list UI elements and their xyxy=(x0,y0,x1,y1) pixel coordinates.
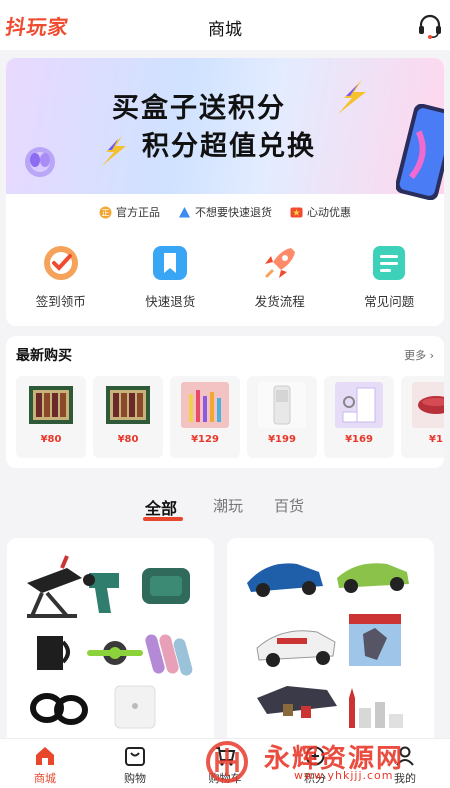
tab-all[interactable]: 全部 xyxy=(145,495,177,519)
tag-genuine: 正 官方正品 xyxy=(99,203,160,221)
bolt-icon xyxy=(338,80,366,114)
header: 抖玩家 商城 xyxy=(0,0,450,50)
home-icon xyxy=(36,747,54,765)
promo-banner[interactable]: 买盒子送积分 积分超值兑换 xyxy=(6,58,444,200)
earbuds-image xyxy=(25,147,55,177)
product-image xyxy=(181,382,229,428)
shopping-bag-icon xyxy=(125,747,145,766)
more-link[interactable]: 更多 › xyxy=(404,347,434,363)
bookmark-icon xyxy=(153,246,188,280)
return-triangle-icon xyxy=(179,206,190,217)
tag-return: 不想要快速退货 xyxy=(178,203,272,221)
page-title: 商城 xyxy=(208,20,242,40)
tab-trendy-toys[interactable]: 潮玩 xyxy=(213,495,243,516)
nav-mall[interactable]: 商城 xyxy=(0,739,90,788)
faq-doc-icon xyxy=(373,246,406,280)
rocket-icon xyxy=(264,248,295,278)
product-item[interactable]: ¥169 xyxy=(324,376,394,458)
product-item[interactable]: ¥80 xyxy=(16,376,86,458)
tag-label: 官方正品 xyxy=(116,206,160,219)
product-price: ¥169 xyxy=(345,434,373,445)
watermark-url: www.yhkjjj.com xyxy=(294,769,394,782)
product-image xyxy=(412,382,444,428)
product-item[interactable]: ¥1 xyxy=(401,376,444,458)
nav-shopping[interactable]: 购物 xyxy=(90,739,180,788)
product-price: ¥129 xyxy=(191,434,219,445)
product-image xyxy=(335,382,383,428)
product-item[interactable]: ¥80 xyxy=(93,376,163,458)
category-card-trendy-toys[interactable] xyxy=(227,538,434,748)
bolt-icon xyxy=(102,136,126,166)
quick-action-return[interactable]: 快速退货 xyxy=(116,244,226,314)
genuine-badge-icon: 正 xyxy=(99,206,112,218)
lego-products-image xyxy=(247,563,409,728)
quick-actions: 签到领币 快速退货 发货流程 常见问题 xyxy=(6,244,444,314)
fitness-products-image xyxy=(27,555,193,729)
product-image xyxy=(258,382,306,428)
quick-action-label: 发货流程 xyxy=(254,294,305,309)
recent-title: 最新购买 xyxy=(16,348,72,364)
product-image xyxy=(106,386,150,424)
quick-action-checkin[interactable]: 签到领币 xyxy=(6,244,116,314)
product-item[interactable]: ¥129 xyxy=(170,376,240,458)
category-tabs: 全部 潮玩 百货 xyxy=(0,490,450,521)
active-tab-indicator xyxy=(143,517,183,521)
checkin-icon xyxy=(43,246,78,280)
recent-purchases-card: 最新购买 更多 › ¥80 ¥80 ¥129 ¥199 ¥169 ¥1 xyxy=(6,336,444,468)
nav-label: 购物 xyxy=(124,772,146,785)
quick-action-faq[interactable]: 常见问题 xyxy=(335,244,445,314)
product-item[interactable]: ¥199 xyxy=(247,376,317,458)
quick-action-label: 签到领币 xyxy=(35,294,86,309)
headset-icon[interactable] xyxy=(416,12,444,40)
category-card-fitness[interactable] xyxy=(7,538,214,748)
svg-text:正: 正 xyxy=(102,208,110,217)
tag-label: 心动优惠 xyxy=(307,206,351,219)
recent-product-list: ¥80 ¥80 ¥129 ¥199 ¥169 ¥1 xyxy=(16,376,444,458)
phone-image xyxy=(396,104,444,200)
tab-general-goods[interactable]: 百货 xyxy=(274,495,304,516)
product-price: ¥80 xyxy=(117,434,139,445)
quick-action-shipping[interactable]: 发货流程 xyxy=(225,244,335,314)
banner-headline: 买盒子送积分 xyxy=(112,93,286,124)
discount-star-icon xyxy=(290,207,303,217)
nav-label: 商城 xyxy=(34,772,56,785)
product-price: ¥199 xyxy=(268,434,296,445)
product-image xyxy=(29,386,73,424)
tag-label: 不想要快速退货 xyxy=(195,206,272,219)
banner-subheadline: 积分超值兑换 xyxy=(142,131,316,162)
top-card: 买盒子送积分 积分超值兑换 正 官方正品 不想要快速退货 心动优惠 签到领币 快… xyxy=(6,58,444,326)
service-tags: 正 官方正品 不想要快速退货 心动优惠 xyxy=(6,203,444,221)
quick-action-label: 快速退货 xyxy=(145,294,196,309)
product-price: ¥80 xyxy=(40,434,62,445)
quick-action-label: 常见问题 xyxy=(364,294,415,309)
tag-discount: 心动优惠 xyxy=(290,203,351,221)
product-price: ¥1 xyxy=(429,434,443,445)
